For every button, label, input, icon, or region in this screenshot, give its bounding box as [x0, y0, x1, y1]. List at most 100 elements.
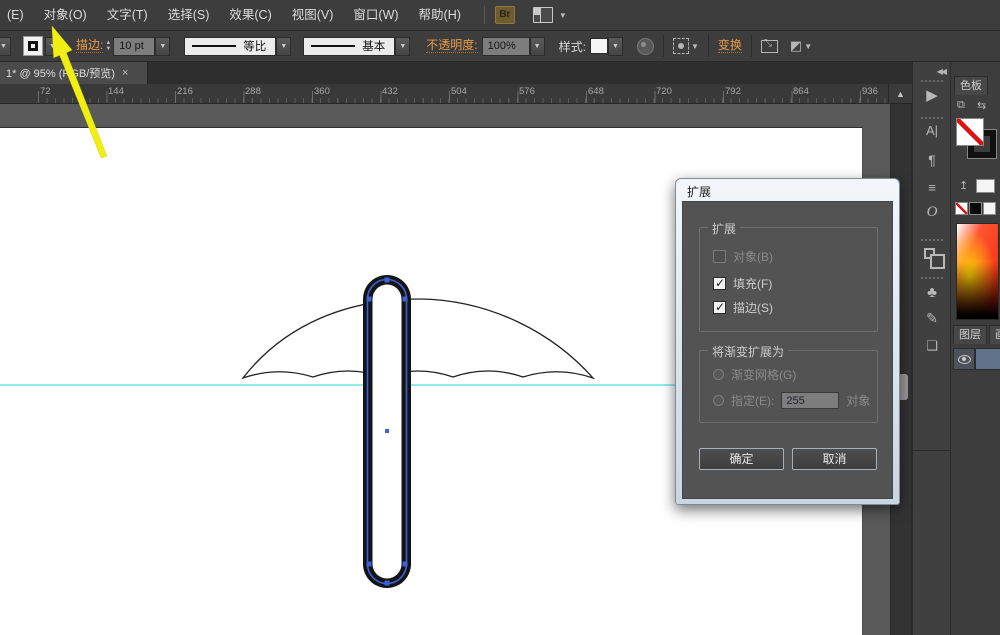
fill-color-proxy[interactable]	[956, 118, 984, 146]
brush-caret-icon[interactable]: ▼	[395, 37, 410, 56]
expand-panels-icon[interactable]: ◀◀	[937, 67, 945, 76]
selection-anchor[interactable]	[367, 562, 372, 567]
dock-grip[interactable]	[921, 117, 943, 119]
opacity-field[interactable]: 100%	[482, 37, 530, 56]
isolate-selection-icon[interactable]: ◩	[790, 38, 802, 54]
black-swatch[interactable]	[969, 202, 982, 215]
opentype-panel-icon[interactable]: O	[913, 204, 951, 221]
option-stroke[interactable]: 描边(S)	[713, 299, 773, 316]
specify-objects-input[interactable]	[781, 392, 839, 409]
stroke-checkbox[interactable]	[713, 301, 726, 314]
gradient-mesh-radio[interactable]	[713, 369, 724, 380]
stroke-weight-field[interactable]: 10 pt	[113, 37, 155, 56]
tab-artboards[interactable]: 画板	[989, 325, 1000, 344]
object-checkbox[interactable]	[713, 250, 726, 263]
style-caret-icon[interactable]: ▼	[608, 37, 623, 56]
menu-select[interactable]: 选择(S)	[161, 0, 217, 30]
document-tab[interactable]: 1* @ 95% (RGB/预览) ×	[0, 62, 148, 84]
cancel-button[interactable]: 取消	[792, 448, 877, 470]
selection-center-point[interactable]	[385, 429, 389, 433]
menu-object[interactable]: 对象(O)	[37, 0, 94, 30]
menu-edit-partial[interactable]: (E)	[0, 0, 31, 30]
tab-swatches[interactable]: 色板	[954, 76, 988, 95]
option-object[interactable]: 对象(B)	[713, 248, 773, 265]
stroke-link[interactable]: 描边:	[76, 39, 103, 53]
selection-anchor[interactable]	[385, 581, 390, 586]
transparency-panel-icon[interactable]	[924, 248, 935, 259]
tab-layers[interactable]: 图层	[953, 325, 987, 344]
menu-effect[interactable]: 效果(C)	[222, 0, 278, 30]
none-swatch[interactable]	[955, 202, 968, 215]
workspace-caret-icon[interactable]: ▼	[559, 11, 567, 20]
arrange-icon[interactable]	[761, 40, 778, 53]
expand-group-label: 扩展	[708, 220, 740, 237]
controlbar-separator	[708, 35, 709, 57]
stroke-weight-caret-icon[interactable]: ▼	[155, 37, 170, 56]
specify-radio[interactable]	[713, 395, 724, 406]
character-panel-icon[interactable]: A|	[913, 123, 951, 138]
dock-grip[interactable]	[921, 239, 943, 241]
menu-window[interactable]: 窗口(W)	[346, 0, 405, 30]
brushes-panel-icon[interactable]: ✎	[913, 310, 951, 327]
dialog-title: 扩展	[687, 183, 711, 200]
actions-panel-icon[interactable]: ▶	[913, 86, 951, 104]
eye-icon	[958, 355, 971, 364]
align-panel-icon[interactable]: ≡	[913, 180, 951, 195]
symbols-panel-icon[interactable]: ♣	[913, 284, 951, 301]
fill-checkbox[interactable]	[713, 277, 726, 290]
dialog-content: 扩展 对象(B) 填充(F) 描边(S) 将渐变扩展为 渐变网格(G) 指定(E…	[682, 201, 893, 499]
opacity-link[interactable]: 不透明度:	[426, 39, 477, 53]
style-swatch[interactable]	[590, 38, 608, 54]
option-gradient-mesh[interactable]: 渐变网格(G)	[713, 366, 796, 383]
opacity-caret-icon[interactable]: ▼	[530, 37, 545, 56]
select-similar-objects-icon[interactable]	[673, 38, 689, 54]
stroke-weight-stepper[interactable]: ▲▼	[105, 40, 111, 52]
menu-type[interactable]: 文字(T)	[100, 0, 155, 30]
tab-close-icon[interactable]: ×	[122, 67, 128, 79]
transform-link[interactable]: 变换	[718, 39, 742, 53]
paragraph-panel-icon[interactable]: ¶	[913, 152, 951, 168]
scroll-up-icon[interactable]: ▲	[888, 84, 912, 104]
bridge-icon[interactable]: Br	[495, 6, 515, 24]
recolor-artwork-icon[interactable]	[637, 38, 654, 55]
workspace-switcher-icon[interactable]	[533, 7, 553, 23]
selection-anchor[interactable]	[385, 278, 390, 283]
last-color-arrow-icon[interactable]: ↥	[959, 179, 968, 192]
profile-value: 等比	[243, 38, 266, 54]
gradient-mesh-label: 渐变网格(G)	[731, 366, 796, 383]
ruler-tick: 504	[451, 86, 467, 97]
ok-button[interactable]: 确定	[699, 448, 784, 470]
dock-grip[interactable]	[921, 80, 943, 82]
appearance-proxy-icon[interactable]	[23, 36, 43, 56]
brush-combo[interactable]: 基本	[303, 37, 395, 56]
selection-anchor[interactable]	[403, 562, 408, 567]
pattern-swatch-icon[interactable]: ⧉	[957, 99, 965, 112]
ruler-tick: 936	[862, 86, 878, 97]
menu-help[interactable]: 帮助(H)	[412, 0, 468, 30]
panel-dock: ◀◀ ▶ A| ¶ ≡ O ♣ ✎ ❏	[912, 62, 950, 635]
selection-anchor[interactable]	[403, 297, 408, 302]
umbrella-canopy-path[interactable]	[243, 299, 593, 378]
selection-anchor[interactable]	[367, 297, 372, 302]
isolate-caret-icon[interactable]: ▼	[804, 42, 812, 51]
option-specify[interactable]: 指定(E): 对象	[713, 392, 870, 409]
white-swatch[interactable]	[983, 202, 996, 215]
white-color-swatch[interactable]	[976, 179, 995, 193]
layer-visibility-cell[interactable]	[953, 348, 975, 370]
left-dropdown-icon[interactable]: ▼	[0, 37, 11, 56]
control-bar: ▼ ▼ 描边: ▲▼ 10 pt ▼ 等比 ▼ 基本 ▼ 不透明度: 100% …	[0, 30, 1000, 62]
option-fill[interactable]: 填充(F)	[713, 275, 772, 292]
dock-grip[interactable]	[921, 277, 943, 279]
layer-row[interactable]	[975, 348, 1000, 370]
swap-colors-icon[interactable]: ⇆	[977, 99, 986, 112]
appearance-caret-icon[interactable]: ▼	[45, 37, 60, 56]
dock-divider	[913, 450, 951, 451]
ruler-tick: 72	[40, 86, 51, 97]
width-profile-combo[interactable]: 等比	[184, 37, 276, 56]
color-spectrum[interactable]	[956, 223, 999, 320]
graphic-styles-panel-icon[interactable]: ❏	[913, 338, 951, 354]
select-similar-caret-icon[interactable]: ▼	[691, 42, 699, 51]
menu-view[interactable]: 视图(V)	[285, 0, 341, 30]
document-title: 1* @ 95% (RGB/预览)	[6, 65, 115, 81]
profile-caret-icon[interactable]: ▼	[276, 37, 291, 56]
